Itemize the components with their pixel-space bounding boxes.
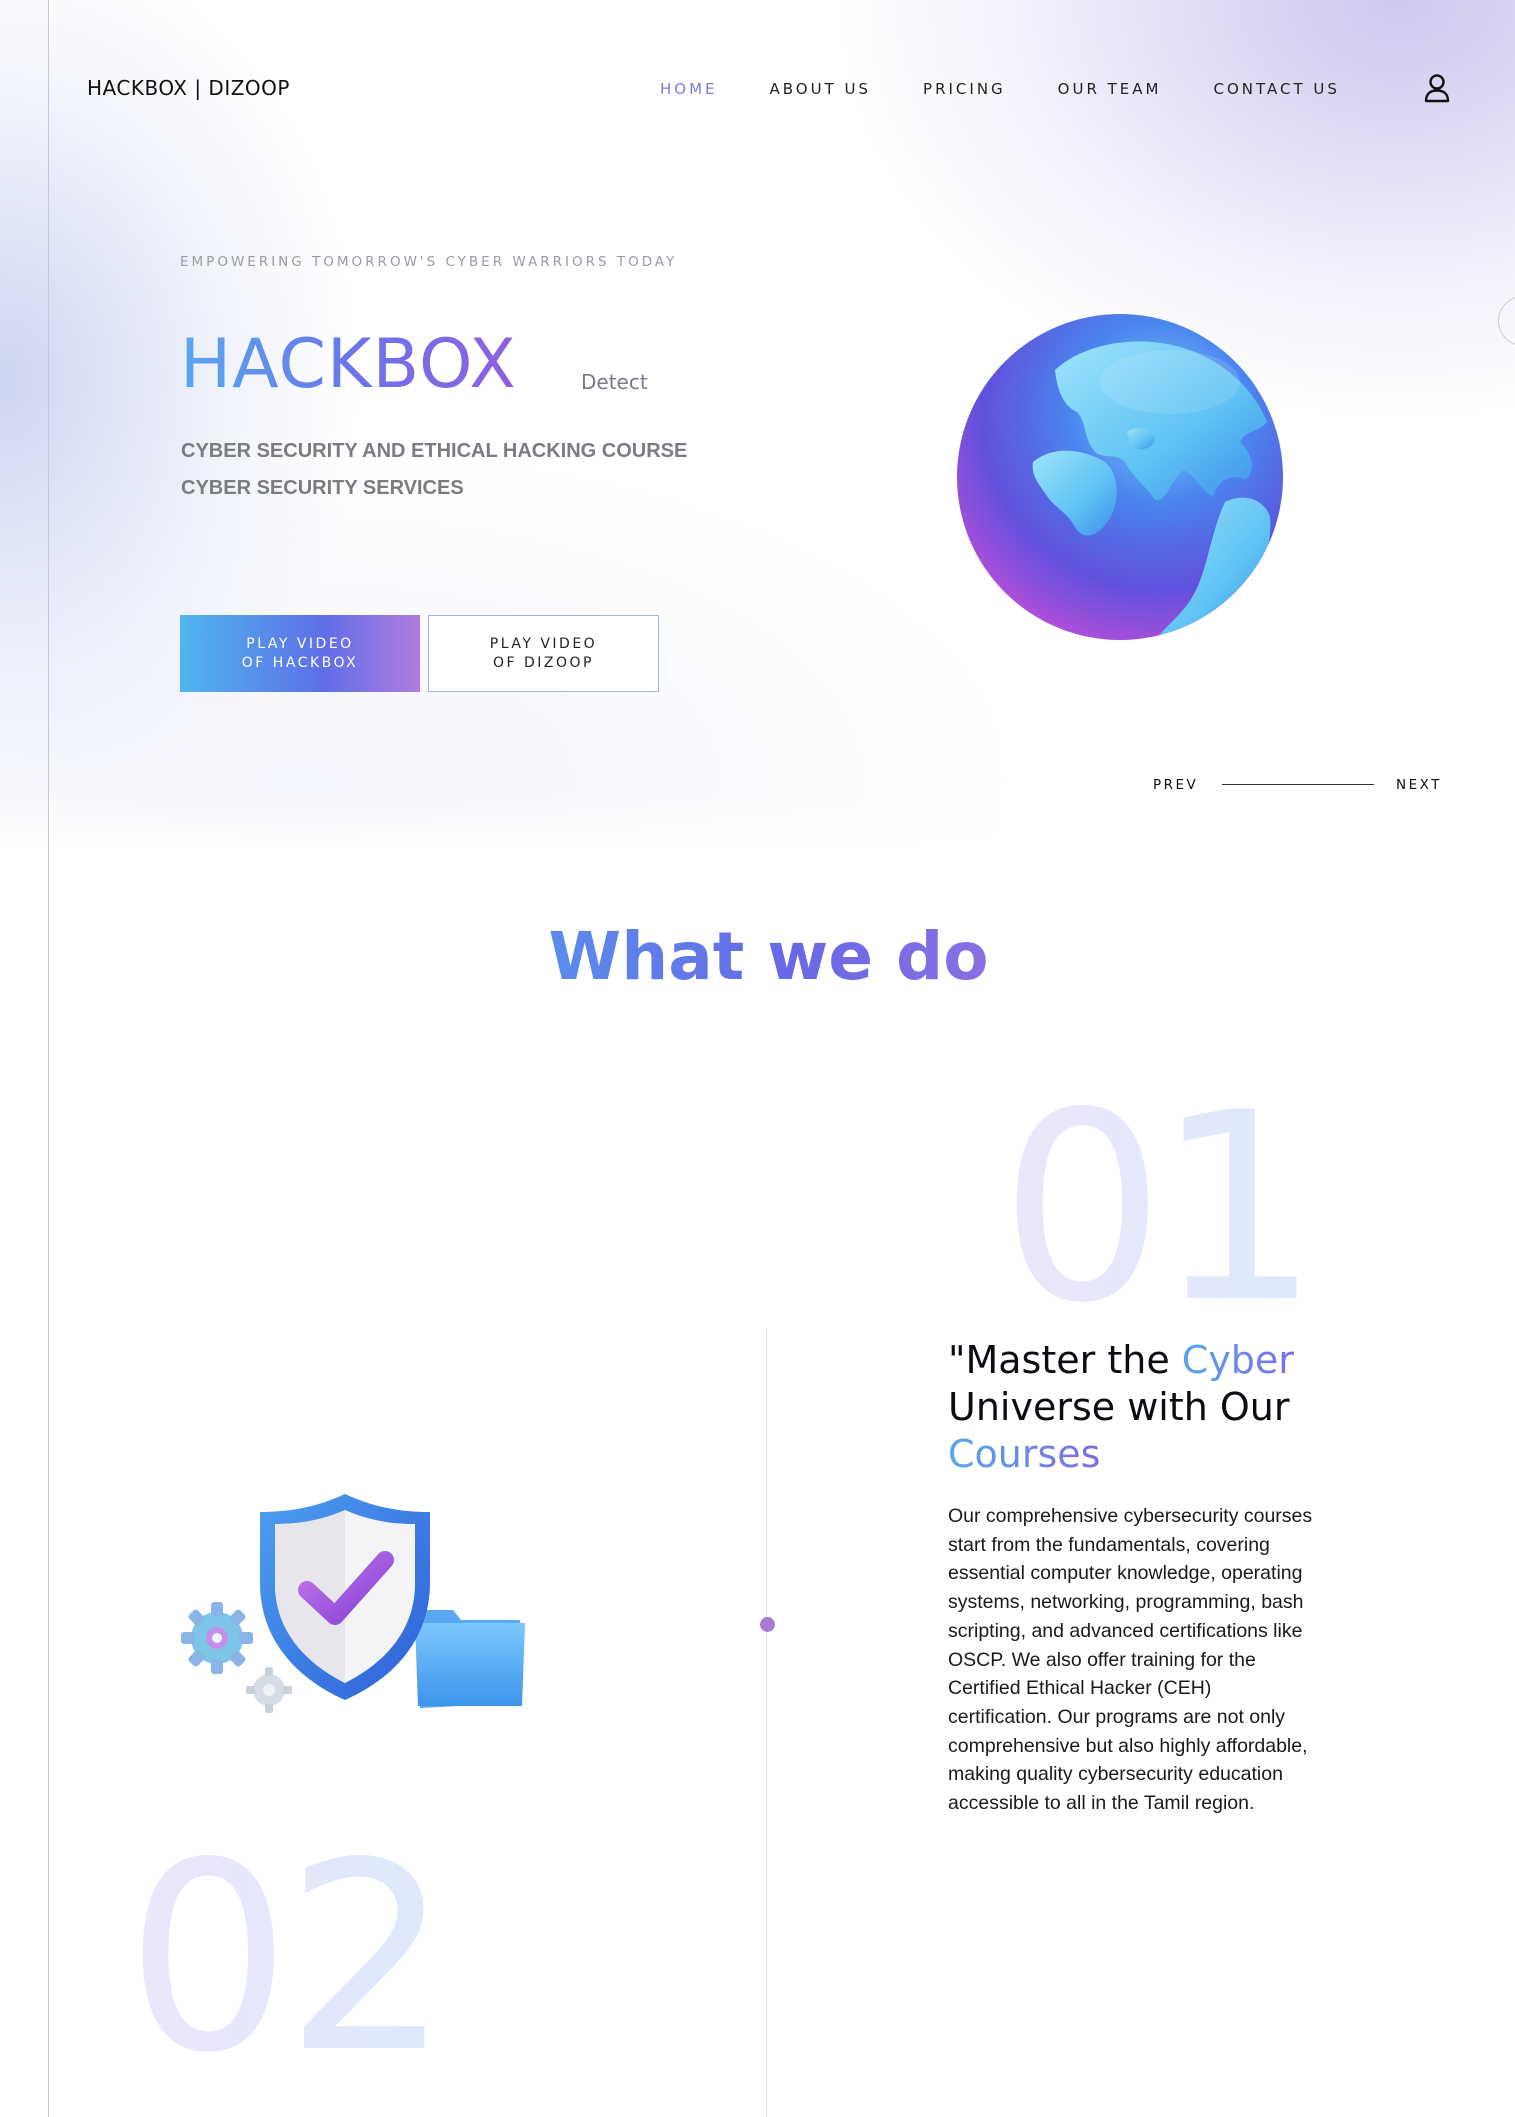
- nav-our-team[interactable]: OUR TEAM: [1058, 80, 1162, 98]
- item-title: "Master the Cyber Universe with Our Cour…: [948, 1337, 1378, 1478]
- left-border-line: [48, 0, 49, 2117]
- hero-title-suffix: Detect: [581, 370, 648, 394]
- pager-prev-link[interactable]: PREV: [1153, 777, 1198, 793]
- item-number-02-text: 02: [126, 1840, 445, 2060]
- shield-check-icon: [181, 1494, 525, 1713]
- item-number-02: 02: [126, 1840, 451, 2060]
- nav-home[interactable]: HOME: [660, 80, 718, 98]
- hero-tagline-1: CYBER SECURITY AND ETHICAL HACKING COURS…: [181, 440, 688, 462]
- item-title-highlight-1: Cyber: [1181, 1338, 1294, 1382]
- main-nav: HOME ABOUT US PRICING OUR TEAM CONTACT U…: [660, 80, 1392, 98]
- item-title-highlight-2: Courses: [948, 1432, 1101, 1476]
- timeline-dot: [760, 1617, 775, 1632]
- section-title-text: What we do: [548, 918, 989, 995]
- nav-pricing[interactable]: PRICING: [923, 80, 1006, 98]
- hero-tagline-2: CYBER SECURITY SERVICES: [181, 477, 464, 499]
- pager-divider: [1222, 784, 1374, 785]
- user-icon[interactable]: [1424, 73, 1450, 103]
- nav-contact-us[interactable]: CONTACT US: [1214, 80, 1340, 98]
- site-logo[interactable]: HACKBOX | DIZOOP: [87, 76, 290, 100]
- play-video-hackbox-button[interactable]: PLAY VIDEO OF HACKBOX: [180, 615, 420, 692]
- hero-eyebrow: EMPOWERING TOMORROW'S CYBER WARRIORS TOD…: [180, 254, 678, 270]
- nav-about-us[interactable]: ABOUT US: [770, 80, 872, 98]
- item-title-part-1: "Master the: [948, 1338, 1182, 1382]
- item-number-01: 01: [1000, 1090, 1321, 1310]
- pager-next-link[interactable]: NEXT: [1396, 777, 1442, 793]
- timeline-line: [766, 1330, 767, 2117]
- play-video-dizoop-button[interactable]: PLAY VIDEO OF DIZOOP: [428, 615, 659, 692]
- section-title: What we do: [0, 912, 1515, 1002]
- hero-background: [0, 0, 1515, 850]
- hero-title: HACKBOX: [180, 325, 517, 404]
- globe-icon: [957, 314, 1283, 640]
- item-description: Our comprehensive cybersecurity courses …: [948, 1505, 1313, 1815]
- item-number-01-text: 01: [1000, 1090, 1311, 1310]
- item-title-part-2: Universe with Our: [948, 1385, 1290, 1429]
